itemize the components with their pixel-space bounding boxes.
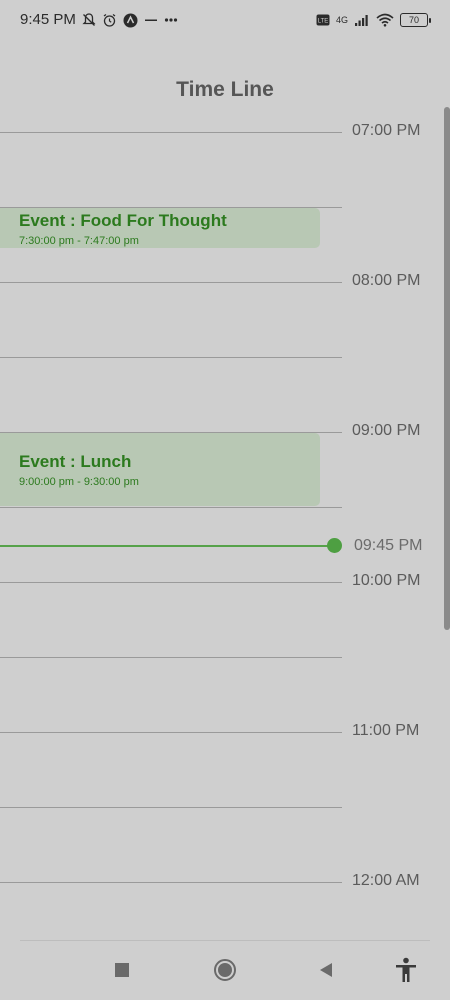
- event-title: Event : Lunch: [19, 452, 132, 471]
- nav-bar: [0, 945, 450, 1000]
- half-hour-line: [0, 807, 342, 808]
- status-icons-left: [82, 11, 178, 29]
- hour-label: 09:00 PM: [352, 422, 421, 439]
- accessibility-icon: [395, 957, 417, 988]
- hour-label: 11:00 PM: [352, 722, 420, 739]
- event-card-food-for-thought[interactable]: Event : Food For Thought 7:30:00 pm - 7:…: [0, 208, 320, 248]
- hour-line: [0, 582, 342, 583]
- bottom-divider: [20, 940, 430, 941]
- page-title: Time Line: [176, 78, 274, 101]
- hour-label: 08:00 PM: [352, 272, 421, 289]
- event-title: Event : Food For Thought: [19, 211, 227, 230]
- battery-level: 70: [408, 15, 419, 25]
- wifi-icon: [376, 11, 394, 29]
- half-hour-line: [0, 657, 342, 658]
- hour-label: 12:00 AM: [352, 872, 420, 889]
- volte-icon: LTE: [316, 11, 330, 29]
- half-hour-line: [0, 507, 342, 508]
- half-hour-line: [0, 357, 342, 358]
- status-icons-right: LTE 4G 70: [316, 11, 431, 29]
- timeline[interactable]: 07:00 PM 08:00 PM 09:00 PM 10:00 PM 11:0…: [0, 100, 450, 940]
- more-dots-icon: [164, 11, 178, 29]
- hour-line: [0, 732, 342, 733]
- status-time: 9:45 PM: [20, 11, 76, 28]
- hour-line: [0, 132, 342, 133]
- recent-apps-icon: [114, 962, 130, 983]
- accessibility-button[interactable]: [391, 957, 421, 987]
- current-time-label: 09:45 PM: [354, 537, 423, 554]
- battery-icon: 70: [400, 13, 431, 27]
- hour-line: [0, 282, 342, 283]
- network-type: 4G: [335, 15, 348, 25]
- dash-icon: [144, 11, 158, 29]
- hour-line: [0, 882, 342, 883]
- back-icon: [318, 962, 334, 983]
- hour-label: 07:00 PM: [352, 122, 421, 139]
- hour-label: 10:00 PM: [352, 572, 421, 589]
- bell-off-icon: [82, 11, 96, 29]
- svg-text:LTE: LTE: [318, 19, 329, 25]
- current-time-line: [0, 545, 334, 547]
- event-time: 9:00:00 pm - 9:30:00 pm: [19, 476, 139, 488]
- current-time-dot: [327, 538, 342, 553]
- home-icon: [213, 958, 237, 987]
- alarm-icon: [102, 11, 117, 29]
- back-button[interactable]: [311, 957, 341, 987]
- event-card-lunch[interactable]: Event : Lunch 9:00:00 pm - 9:30:00 pm: [0, 433, 320, 506]
- recent-apps-button[interactable]: [107, 957, 137, 987]
- screen: 9:45 PM LTE 4G 70 Time Line 07:00 PM 08:…: [0, 0, 450, 1000]
- signal-icon: [354, 11, 370, 29]
- home-button[interactable]: [210, 957, 240, 987]
- app-icon: [123, 11, 138, 29]
- event-time: 7:30:00 pm - 7:47:00 pm: [19, 235, 139, 247]
- status-bar: 9:45 PM LTE 4G 70: [0, 0, 450, 42]
